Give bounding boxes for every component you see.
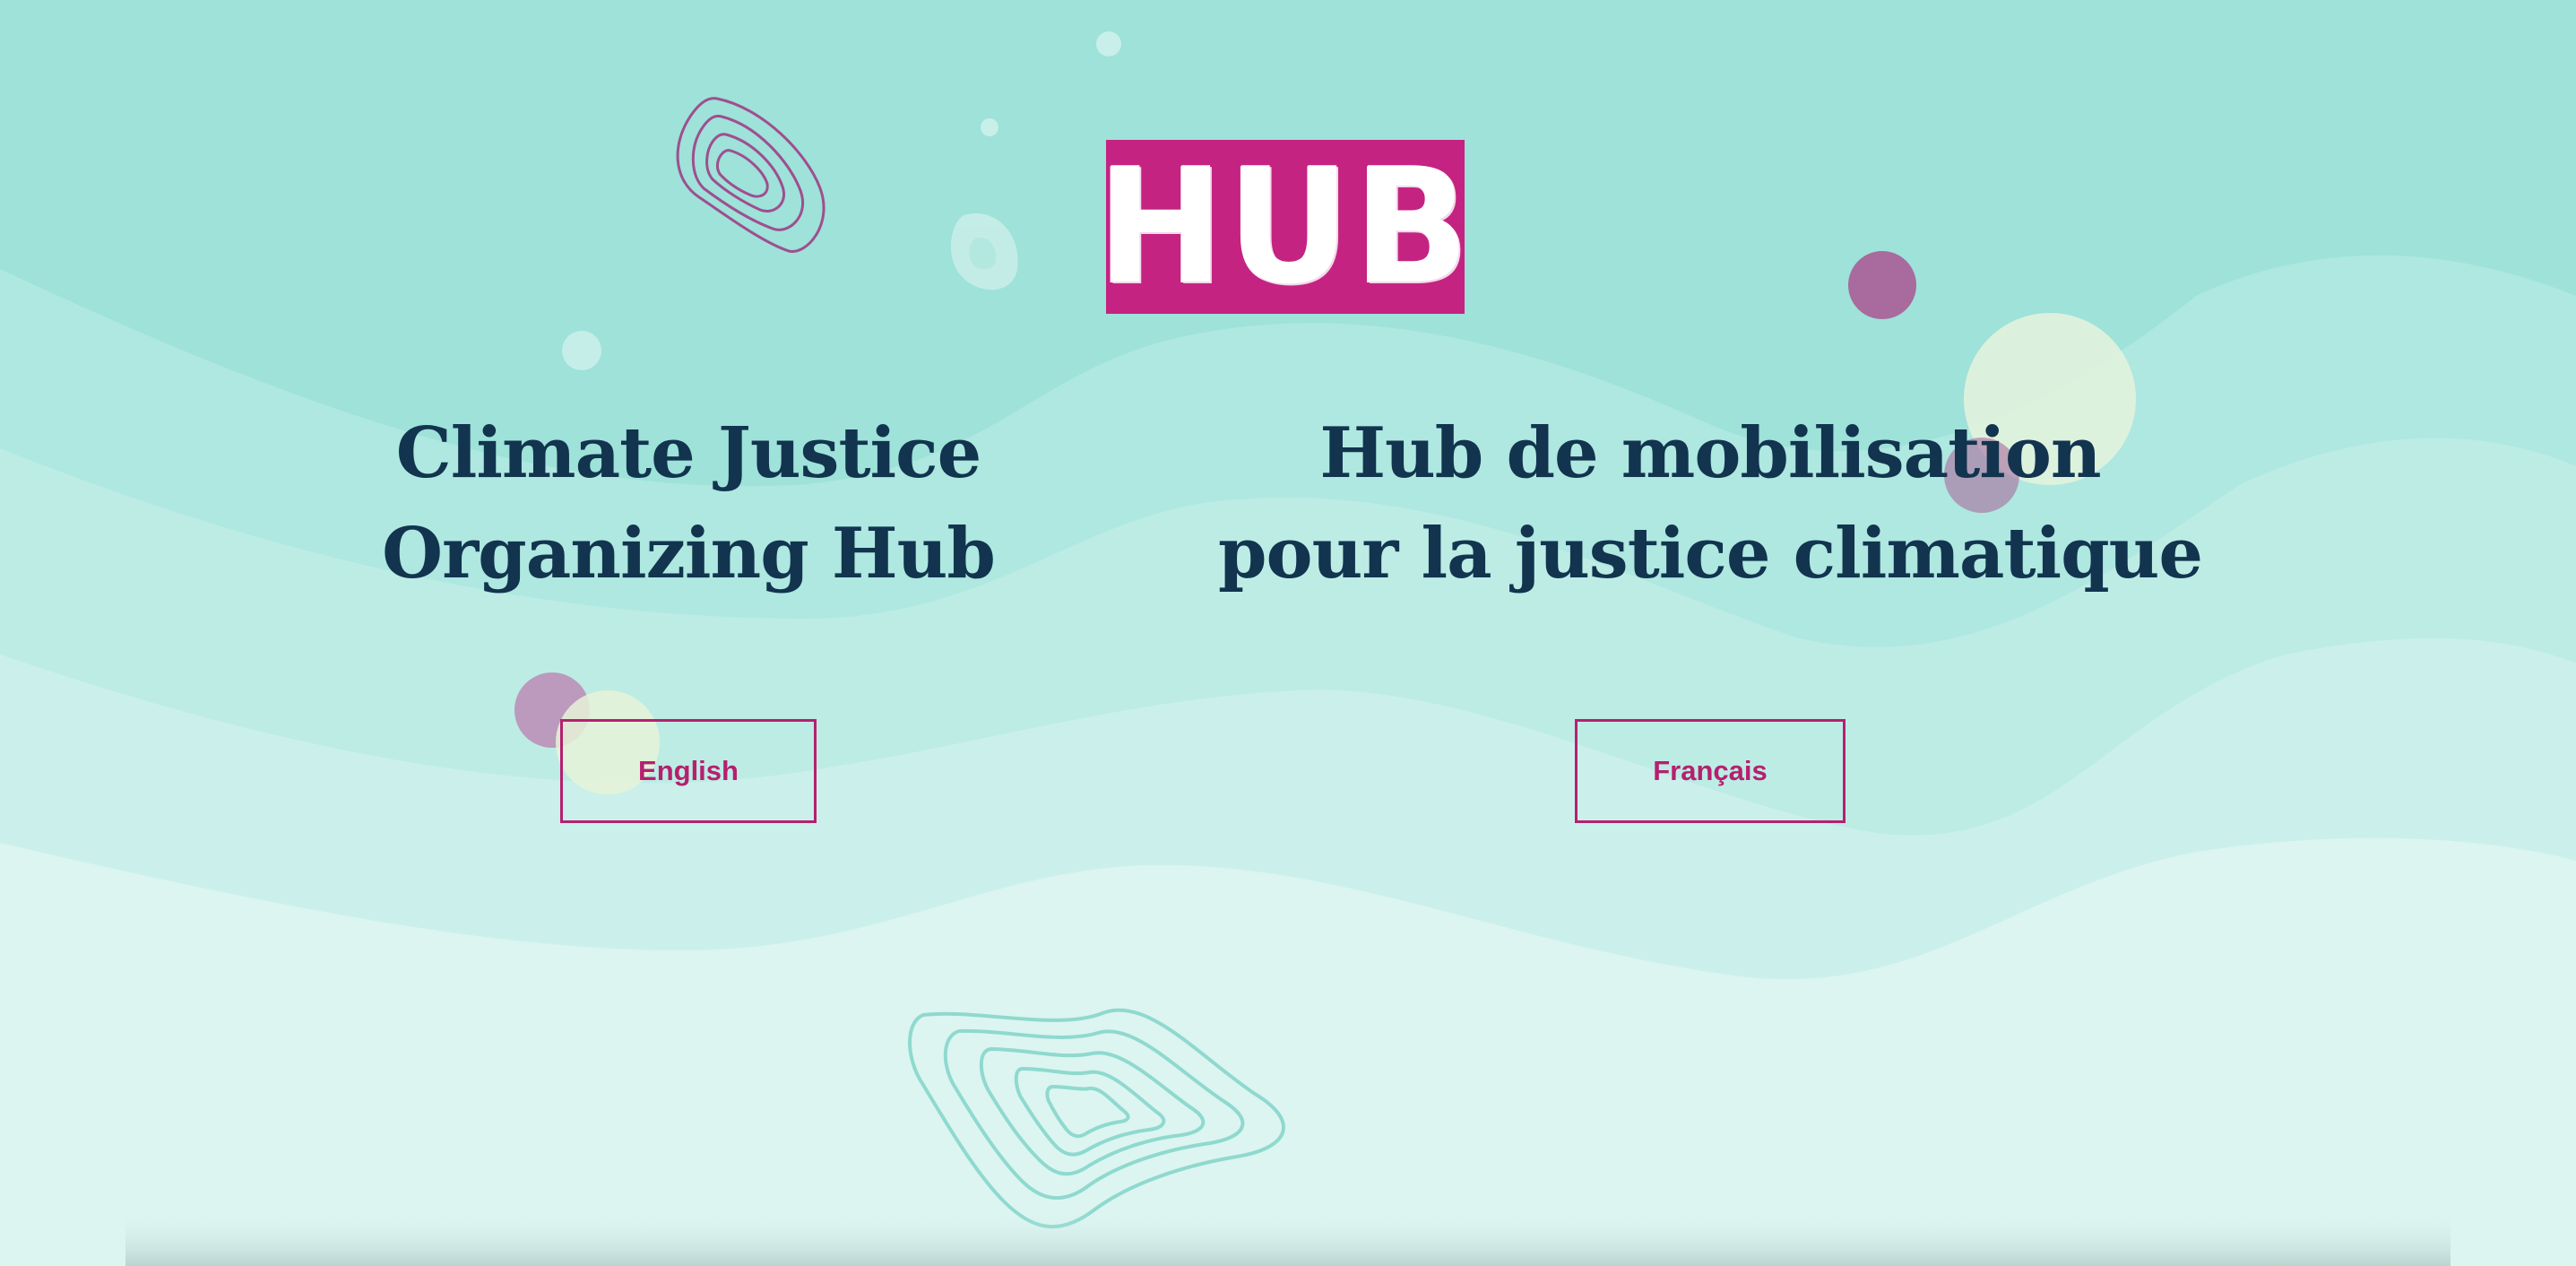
bottom-shadow [125,1210,2451,1266]
french-title-line-2: pour la justice climatique [1218,513,2203,594]
french-title: Hub de mobilisation pour la justice clim… [1218,403,2203,604]
french-section: Hub de mobilisation pour la justice clim… [1172,403,2248,604]
bubble [1848,251,1916,319]
english-title: Climate Justice Organizing Hub [382,403,996,604]
bubble [1096,31,1121,56]
hub-logo: HUB [1097,140,1470,314]
english-section: Climate Justice Organizing Hub [330,403,1047,604]
landing-page: HUB Climate Justice Organizing Hub Hub d… [0,0,2576,1266]
french-button[interactable]: Français [1575,719,1846,823]
bubble [981,118,998,136]
topographic-shape [676,97,826,253]
english-title-line-1: Climate Justice [395,412,982,494]
bubble [562,331,601,370]
english-title-line-2: Organizing Hub [382,513,996,594]
english-button[interactable]: English [560,719,817,823]
french-title-line-1: Hub de mobilisation [1319,412,2101,494]
hub-logo-text: HUB [1097,134,1474,319]
blob-shape [950,213,1018,290]
